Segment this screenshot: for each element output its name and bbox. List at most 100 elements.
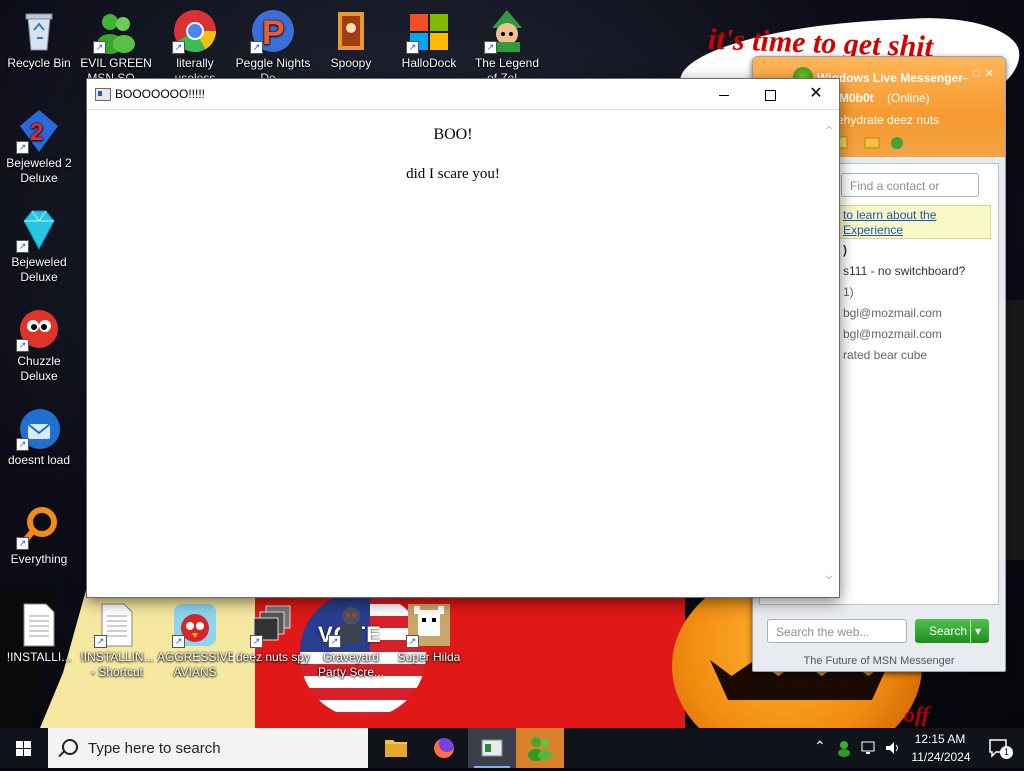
desktop-icon-doesnt-load[interactable]: ↗ doesnt load — [1, 405, 77, 468]
desktop-icon-label: Bejeweled 2 Deluxe — [6, 156, 72, 185]
network-icon[interactable] — [860, 740, 878, 756]
notification-count-badge: 1 — [1000, 746, 1013, 759]
desktop-icon-everything[interactable]: ↗ Everything — [1, 504, 77, 567]
spoopy-icon — [328, 8, 374, 54]
desktop-icon-graveyard-party[interactable]: ↗ Graveyard Party Scre... — [313, 602, 389, 680]
recycle-bin-icon — [16, 8, 62, 54]
boo-heading: BOO! — [433, 126, 473, 143]
graveyard-icon: ↗ — [328, 602, 374, 648]
start-button[interactable] — [0, 728, 48, 768]
shortcut-arrow-icon: ↗ — [406, 635, 419, 648]
volume-icon[interactable] — [884, 740, 902, 756]
desktop-icon-label: deez nuts spy — [235, 650, 311, 664]
desktop-icon-bejeweled[interactable]: ↗ Bejeweled Deluxe — [1, 207, 77, 285]
close-button[interactable]: ✕ — [793, 79, 839, 109]
folder-icon — [864, 137, 880, 149]
scroll-down-icon[interactable]: ⌄ — [823, 567, 835, 583]
boo-window[interactable]: BOOOOOOO!!!!! ✕ BOO! did I scare you! ⌃ … — [86, 78, 840, 598]
desktop-icon-legend-of-zelda[interactable]: ↗ The Legend of Zel... — [469, 8, 545, 86]
hilda-icon: ↗ — [406, 602, 452, 648]
svg-text:2: 2 — [30, 119, 43, 146]
desktop-icon-chuzzle[interactable]: ↗ Chuzzle Deluxe — [1, 306, 77, 384]
bejeweled-icon: ↗ — [16, 207, 62, 253]
wallpaper-corner-text: off — [904, 702, 930, 727]
bejeweled2-icon: 2 ↗ — [16, 108, 62, 154]
desktop-icon-installing-shortcut[interactable]: ↗ !INSTALLIN... - Shortcut — [79, 602, 155, 680]
clock-time[interactable]: 12:15 AM — [910, 732, 970, 746]
contact-group-header[interactable]: 1) — [843, 285, 854, 299]
window-title: BOOOOOOO!!!!! — [115, 87, 206, 101]
search-icon — [62, 739, 78, 755]
desktop-icon-label: Recycle Bin — [7, 56, 71, 70]
search-button-label: Search — [929, 624, 968, 638]
contact-group-header[interactable]: ) — [843, 243, 847, 257]
taskbar-msn-messenger[interactable] — [516, 728, 564, 768]
chevron-down-icon[interactable]: ▾ — [970, 619, 985, 643]
scare-message: did I scare you! — [406, 166, 500, 182]
web-search-input[interactable]: Search the web... — [767, 619, 907, 643]
minimize-button[interactable] — [701, 79, 747, 109]
desktop-icon-label: AGGRESSIVE AVIANS — [157, 650, 233, 679]
shortcut-arrow-icon: ↗ — [16, 339, 29, 352]
desktop-icon-installing-file[interactable]: !INSTALLI... — [1, 602, 77, 665]
msn-messenger-icon — [528, 737, 552, 761]
desktop-icon-peggle-nights[interactable]: P ↗ Peggle Nights De... — [235, 8, 311, 86]
close-icon[interactable]: ✕ — [985, 68, 999, 80]
zelda-icon: ↗ — [484, 8, 530, 54]
minimize-icon[interactable]: _ — [962, 68, 973, 80]
msn-tray-icon[interactable] — [836, 739, 854, 757]
contact-row[interactable]: s111 - no switchboard? — [843, 264, 965, 278]
desktop-icon-literally-useless[interactable]: ↗ literally useless — [157, 8, 233, 86]
windows-logo-icon: ↗ — [406, 8, 452, 54]
shortcut-arrow-icon: ↗ — [16, 537, 29, 550]
minimize-icon — [719, 94, 729, 96]
system-tray: ⌃ 12:15 AM 11/24/2024 1 — [810, 728, 1024, 768]
contact-row[interactable]: rated bear cube — [843, 348, 927, 362]
desktop-icon-spoopy[interactable]: Spoopy — [313, 8, 389, 71]
find-contact-input[interactable]: Find a contact or number — [841, 173, 979, 217]
chrome-icon: ↗ — [172, 8, 218, 54]
msn-footer: The Future of MSN Messenger — [803, 655, 955, 667]
shortcut-arrow-icon: ↗ — [250, 635, 263, 648]
shortcut-arrow-icon: ↗ — [328, 635, 341, 648]
contact-row[interactable]: bgl@mozmail.com — [843, 306, 942, 320]
taskbar-boo-window[interactable] — [468, 728, 516, 768]
taskbar-firefox[interactable] — [420, 728, 468, 768]
clock-date[interactable]: 11/24/2024 — [908, 750, 974, 764]
windows-stack-icon: ↗ — [250, 602, 296, 648]
everything-search-icon: ↗ — [16, 504, 62, 550]
taskbar-file-explorer[interactable] — [372, 728, 420, 768]
maximize-icon[interactable]: □ — [973, 68, 985, 80]
contact-row[interactable]: bgl@mozmail.com — [843, 327, 942, 341]
msn-info-link[interactable]: to learn about the — [843, 208, 936, 222]
desktop-icon-label: Graveyard Party Scre... — [317, 650, 385, 679]
desktop-icon-label: doesnt load — [7, 453, 71, 467]
window-titlebar[interactable]: BOOOOOOO!!!!! ✕ — [87, 79, 839, 110]
desktop-icon-label: !INSTALLIN... - Shortcut — [80, 650, 154, 679]
msn-status[interactable]: (Online) — [887, 91, 930, 105]
desktop-icon-label: Everything — [10, 552, 68, 566]
search-button[interactable]: Search ▾ — [915, 619, 989, 643]
taskbar-search-box[interactable]: Type here to search — [48, 728, 368, 768]
desktop-icon-recycle-bin[interactable]: Recycle Bin — [1, 8, 77, 71]
msn-personal-message[interactable]: ehydrate deez nuts — [837, 113, 939, 127]
windows-start-icon — [16, 741, 32, 757]
msn-info-link[interactable]: Experience — [843, 223, 903, 237]
chuzzle-icon: ↗ — [16, 306, 62, 352]
firefox-icon — [434, 738, 454, 758]
taskbar-search-placeholder: Type here to search — [88, 740, 221, 757]
msn-username[interactable]: M0b0t — [839, 91, 874, 105]
desktop-icon-aggressive-avians[interactable]: ↗ AGGRESSIVE AVIANS — [157, 602, 233, 680]
desktop-icon-bejeweled-2[interactable]: 2 ↗ Bejeweled 2 Deluxe — [1, 108, 77, 186]
angry-bird-icon: ↗ — [172, 602, 218, 648]
maximize-button[interactable] — [747, 79, 793, 109]
msn-window-controls[interactable]: _□✕ — [962, 67, 999, 80]
desktop-icon-evil-green-msn[interactable]: ↗ EVIL GREEN MSN SQ... — [78, 8, 154, 86]
desktop-icon-super-hilda[interactable]: ↗ Super Hilda — [391, 602, 467, 665]
desktop-icon-hallodock[interactable]: ↗ HalloDock — [391, 8, 467, 71]
scroll-up-icon[interactable]: ⌃ — [823, 124, 835, 140]
shortcut-arrow-icon: ↗ — [16, 141, 29, 154]
desktop-icon-deez-nuts-spy[interactable]: ↗ deez nuts spy — [235, 602, 311, 665]
show-hidden-icons-chevron-up-icon[interactable]: ⌃ — [814, 738, 826, 755]
notification-center-button[interactable]: 1 — [986, 736, 1014, 760]
